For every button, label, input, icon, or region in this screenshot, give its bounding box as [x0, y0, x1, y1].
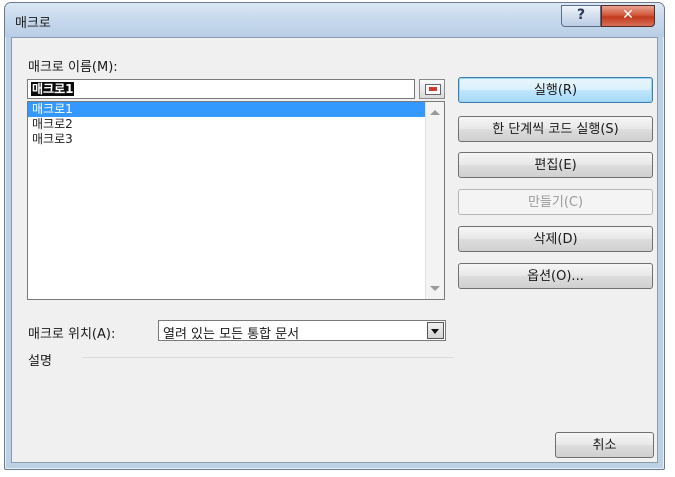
description-label: 설명 [28, 354, 52, 369]
macro-list-scrollbar[interactable] [425, 102, 444, 299]
chevron-down-icon [431, 329, 439, 334]
close-button[interactable]: ✕ [601, 5, 655, 27]
cancel-button[interactable]: 취소 [555, 432, 654, 458]
edit-button[interactable]: 편집(E) [458, 152, 653, 178]
macro-name-input[interactable]: 매크로1 [27, 79, 415, 99]
title-bar[interactable]: 매크로 ? ✕ [5, 3, 664, 37]
options-button[interactable]: 옵션(O)... [458, 263, 653, 289]
macros-in-label: 매크로 위치(A): [28, 327, 116, 342]
help-icon: ? [576, 7, 586, 23]
description-divider [82, 357, 454, 358]
macro-list-item[interactable]: 매크로1 [28, 102, 426, 117]
dropdown-button[interactable] [427, 322, 444, 339]
run-button[interactable]: 실행(R) [458, 77, 653, 103]
collapse-dialog-button[interactable] [419, 79, 445, 99]
macro-dialog: 매크로 ? ✕ 매크로 이름(M): 매크로1 매크로1 매크로2 매크로3 실행(… [4, 2, 665, 470]
macros-in-select[interactable]: 열려 있는 모든 통합 문서 [158, 320, 446, 342]
macros-in-value: 열려 있는 모든 통합 문서 [163, 327, 300, 342]
macro-list-items: 매크로1 매크로2 매크로3 [28, 102, 426, 147]
macro-list-item[interactable]: 매크로3 [28, 132, 426, 147]
help-button[interactable]: ? [561, 5, 601, 27]
close-icon: ✕ [622, 7, 634, 23]
step-into-button[interactable]: 한 단계씩 코드 실행(S) [458, 116, 653, 142]
dialog-title: 매크로 [15, 16, 51, 31]
macro-name-label: 매크로 이름(M): [28, 60, 118, 75]
scroll-down-icon[interactable] [430, 286, 440, 291]
macro-name-value: 매크로1 [31, 82, 75, 96]
create-button: 만들기(C) [458, 189, 653, 215]
delete-button[interactable]: 삭제(D) [458, 226, 653, 252]
scroll-up-icon[interactable] [430, 110, 440, 115]
macro-list-item[interactable]: 매크로2 [28, 117, 426, 132]
range-select-icon [425, 84, 441, 95]
macro-list[interactable]: 매크로1 매크로2 매크로3 [27, 101, 445, 300]
dialog-body: 매크로 이름(M): 매크로1 매크로1 매크로2 매크로3 실행(R) 한 단계씩… [11, 37, 658, 463]
